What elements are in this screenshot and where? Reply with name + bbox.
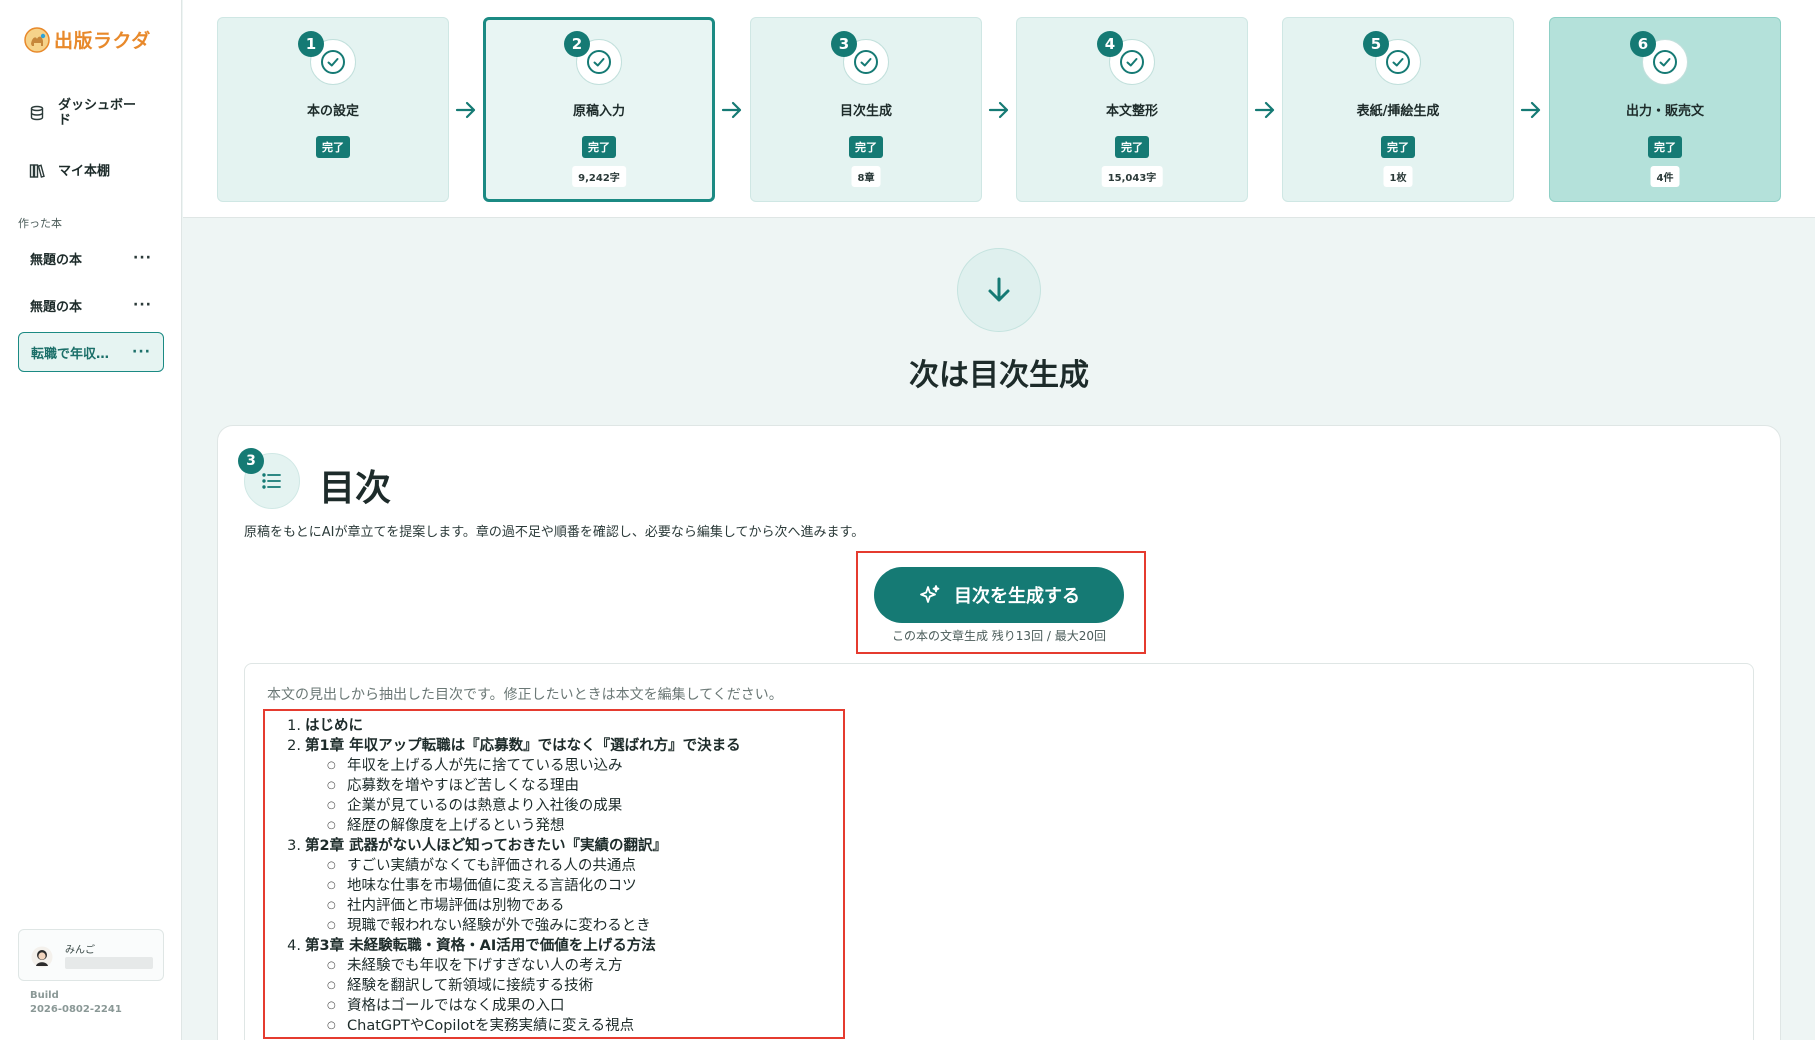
- toc-chapter: 4. 第3章 未経験転職・資格・AI活用で価値を上げる方法: [287, 938, 656, 954]
- step-number: 3: [831, 31, 857, 57]
- book-item-active[interactable]: 転職で年収… ···: [18, 332, 164, 372]
- step-count: 9,242字: [572, 166, 626, 187]
- sparkle-icon: [920, 585, 940, 603]
- workflow-stepper: 1 本の設定 完了 2 原稿入力 完了 9,242字 3 目次生成 完了 8章 …: [183, 0, 1815, 218]
- arrow-right-icon: [1254, 101, 1275, 119]
- step-number: 4: [1097, 31, 1123, 57]
- nav-bookshelf[interactable]: マイ本棚: [28, 162, 148, 180]
- toc-section: ○ すごい実績がなくても評価される人の共通点: [327, 858, 636, 874]
- step-label: 本の設定: [306, 104, 359, 119]
- status-badge: 完了: [849, 136, 883, 158]
- sidebar: 出版ラクダ ダッシュボード マイ本棚 作った本 無題の本 ··· 無題の本 ··…: [0, 0, 182, 1040]
- toc-list: 1. はじめに 2. 第1章 年収アップ転職は『応募数』ではなく『選ばれ方』で決まる…: [267, 716, 807, 1036]
- step-count: 8章: [851, 166, 881, 187]
- user-name: みんご: [65, 945, 95, 956]
- arrow-right-icon: [1520, 101, 1541, 119]
- books-section-label: 作った本: [18, 217, 62, 230]
- generate-toc-label: 目次を生成する: [954, 586, 1080, 607]
- database-icon: [28, 104, 46, 122]
- more-options-icon[interactable]: ···: [132, 344, 151, 360]
- step-4[interactable]: 4 本文整形 完了 15,043字: [1016, 17, 1248, 202]
- book-item[interactable]: 無題の本 ···: [18, 285, 164, 325]
- user-avatar: [31, 946, 53, 968]
- build-value: 2026-0802-2241: [30, 1004, 122, 1015]
- toc-section: ○ 年収を上げる人が先に捨てている思い込み: [327, 758, 623, 774]
- status-badge: 完了: [582, 136, 616, 158]
- app-logo[interactable]: 出版ラクダ: [24, 26, 151, 53]
- book-item[interactable]: 無題の本 ···: [18, 238, 164, 278]
- toc-card: 3 目次 原稿をもとにAIが章立てを提案します。章の過不足や順番を確認し、必要な…: [217, 425, 1781, 1040]
- card-description: 原稿をもとにAIが章立てを提案します。章の過不足や順番を確認し、必要なら編集して…: [244, 525, 865, 540]
- step-3[interactable]: 3 目次生成 完了 8章: [750, 17, 982, 202]
- app-name: 出版ラクダ: [54, 30, 151, 52]
- quota-note: この本の文章生成 残り13回 / 最大20回: [891, 629, 1107, 643]
- step-1[interactable]: 1 本の設定 完了: [217, 17, 449, 202]
- toc-section: ○ 社内評価と市場評価は別物である: [327, 898, 565, 914]
- user-email-redacted: [65, 957, 153, 969]
- user-card[interactable]: みんご: [18, 929, 164, 981]
- step-label: 表紙/挿絵生成: [1356, 104, 1440, 119]
- step-count: 1枚: [1383, 166, 1413, 187]
- step-label: 本文整形: [1105, 104, 1158, 119]
- nav-dashboard[interactable]: ダッシュボード: [28, 98, 148, 128]
- step-label: 原稿入力: [572, 104, 625, 119]
- more-options-icon[interactable]: ···: [133, 297, 152, 313]
- toc-chapter: 2. 第1章 年収アップ転職は『応募数』ではなく『選ばれ方』で決まる: [287, 738, 741, 754]
- nav-dashboard-label: ダッシュボード: [58, 98, 137, 128]
- step-label: 出力・販売文: [1625, 104, 1704, 119]
- step-count: 15,043字: [1101, 166, 1163, 187]
- nav-bookshelf-label: マイ本棚: [58, 163, 111, 179]
- toc-hint: 本文の見出しから抽出した目次です。修正したいときは本文を編集してください。: [267, 687, 783, 703]
- toc-section: ○ 企業が見ているのは熱意より入社後の成果: [327, 798, 623, 814]
- build-label: Build: [30, 990, 59, 1001]
- build-info: Build 2026-0802-2241: [30, 989, 122, 1017]
- generate-toc-button[interactable]: 目次を生成する: [874, 567, 1124, 623]
- step-5[interactable]: 5 表紙/挿絵生成 完了 1枚: [1282, 17, 1514, 202]
- toc-section: ○ 経歴の解像度を上げるという発想: [327, 818, 565, 834]
- status-badge: 完了: [1648, 136, 1682, 158]
- book-title: 転職で年収…: [31, 346, 110, 362]
- step-number: 2: [564, 31, 590, 57]
- card-step-number: 3: [238, 448, 264, 474]
- book-title: 無題の本: [30, 252, 83, 268]
- more-options-icon[interactable]: ···: [133, 250, 152, 266]
- book-title: 無題の本: [30, 299, 83, 315]
- toc-section: ○ 経験を翻訳して新領域に接続する技術: [327, 978, 594, 994]
- camel-logo-icon: [24, 26, 50, 53]
- next-step-title: 次は目次生成: [909, 358, 1089, 393]
- step-count: 4件: [1650, 166, 1680, 187]
- toc-section: ○ 地味な仕事を市場価値に変える言語化のコツ: [327, 878, 637, 894]
- toc-section: ○ ChatGPTやCopilotを実務実績に変える視点: [327, 1018, 635, 1034]
- status-badge: 完了: [1381, 136, 1415, 158]
- arrow-down-icon: [957, 248, 1041, 332]
- arrow-right-icon: [455, 101, 476, 119]
- step-number: 1: [298, 31, 324, 57]
- toc-section: ○ 応募数を増やすほど苦しくなる理由: [327, 778, 579, 794]
- step-number: 5: [1363, 31, 1389, 57]
- toc-chapter: 3. 第2章 武器がない人ほど知っておきたい『実績の翻訳』: [287, 838, 667, 854]
- step-label: 目次生成: [839, 104, 892, 119]
- toc-section: ○ 現職で報われない経験が外で強みに変わるとき: [327, 918, 651, 934]
- arrow-right-icon: [721, 101, 742, 119]
- toc-preview: 本文の見出しから抽出した目次です。修正したいときは本文を編集してください。 1.…: [244, 663, 1754, 1040]
- card-title: 目次: [319, 468, 392, 509]
- status-badge: 完了: [1115, 136, 1149, 158]
- arrow-right-icon: [988, 101, 1009, 119]
- step-number: 6: [1630, 31, 1656, 57]
- toc-section: ○ 資格はゴールではなく成果の入口: [327, 998, 565, 1014]
- toc-chapter: 1. はじめに: [287, 718, 363, 734]
- toc-section: ○ 未経験でも年収を下げすぎない人の考え方: [327, 958, 623, 974]
- step-6[interactable]: 6 出力・販売文 完了 4件: [1549, 17, 1781, 202]
- step-2[interactable]: 2 原稿入力 完了 9,242字: [483, 17, 715, 202]
- status-badge: 完了: [316, 136, 350, 158]
- bookshelf-icon: [28, 162, 46, 180]
